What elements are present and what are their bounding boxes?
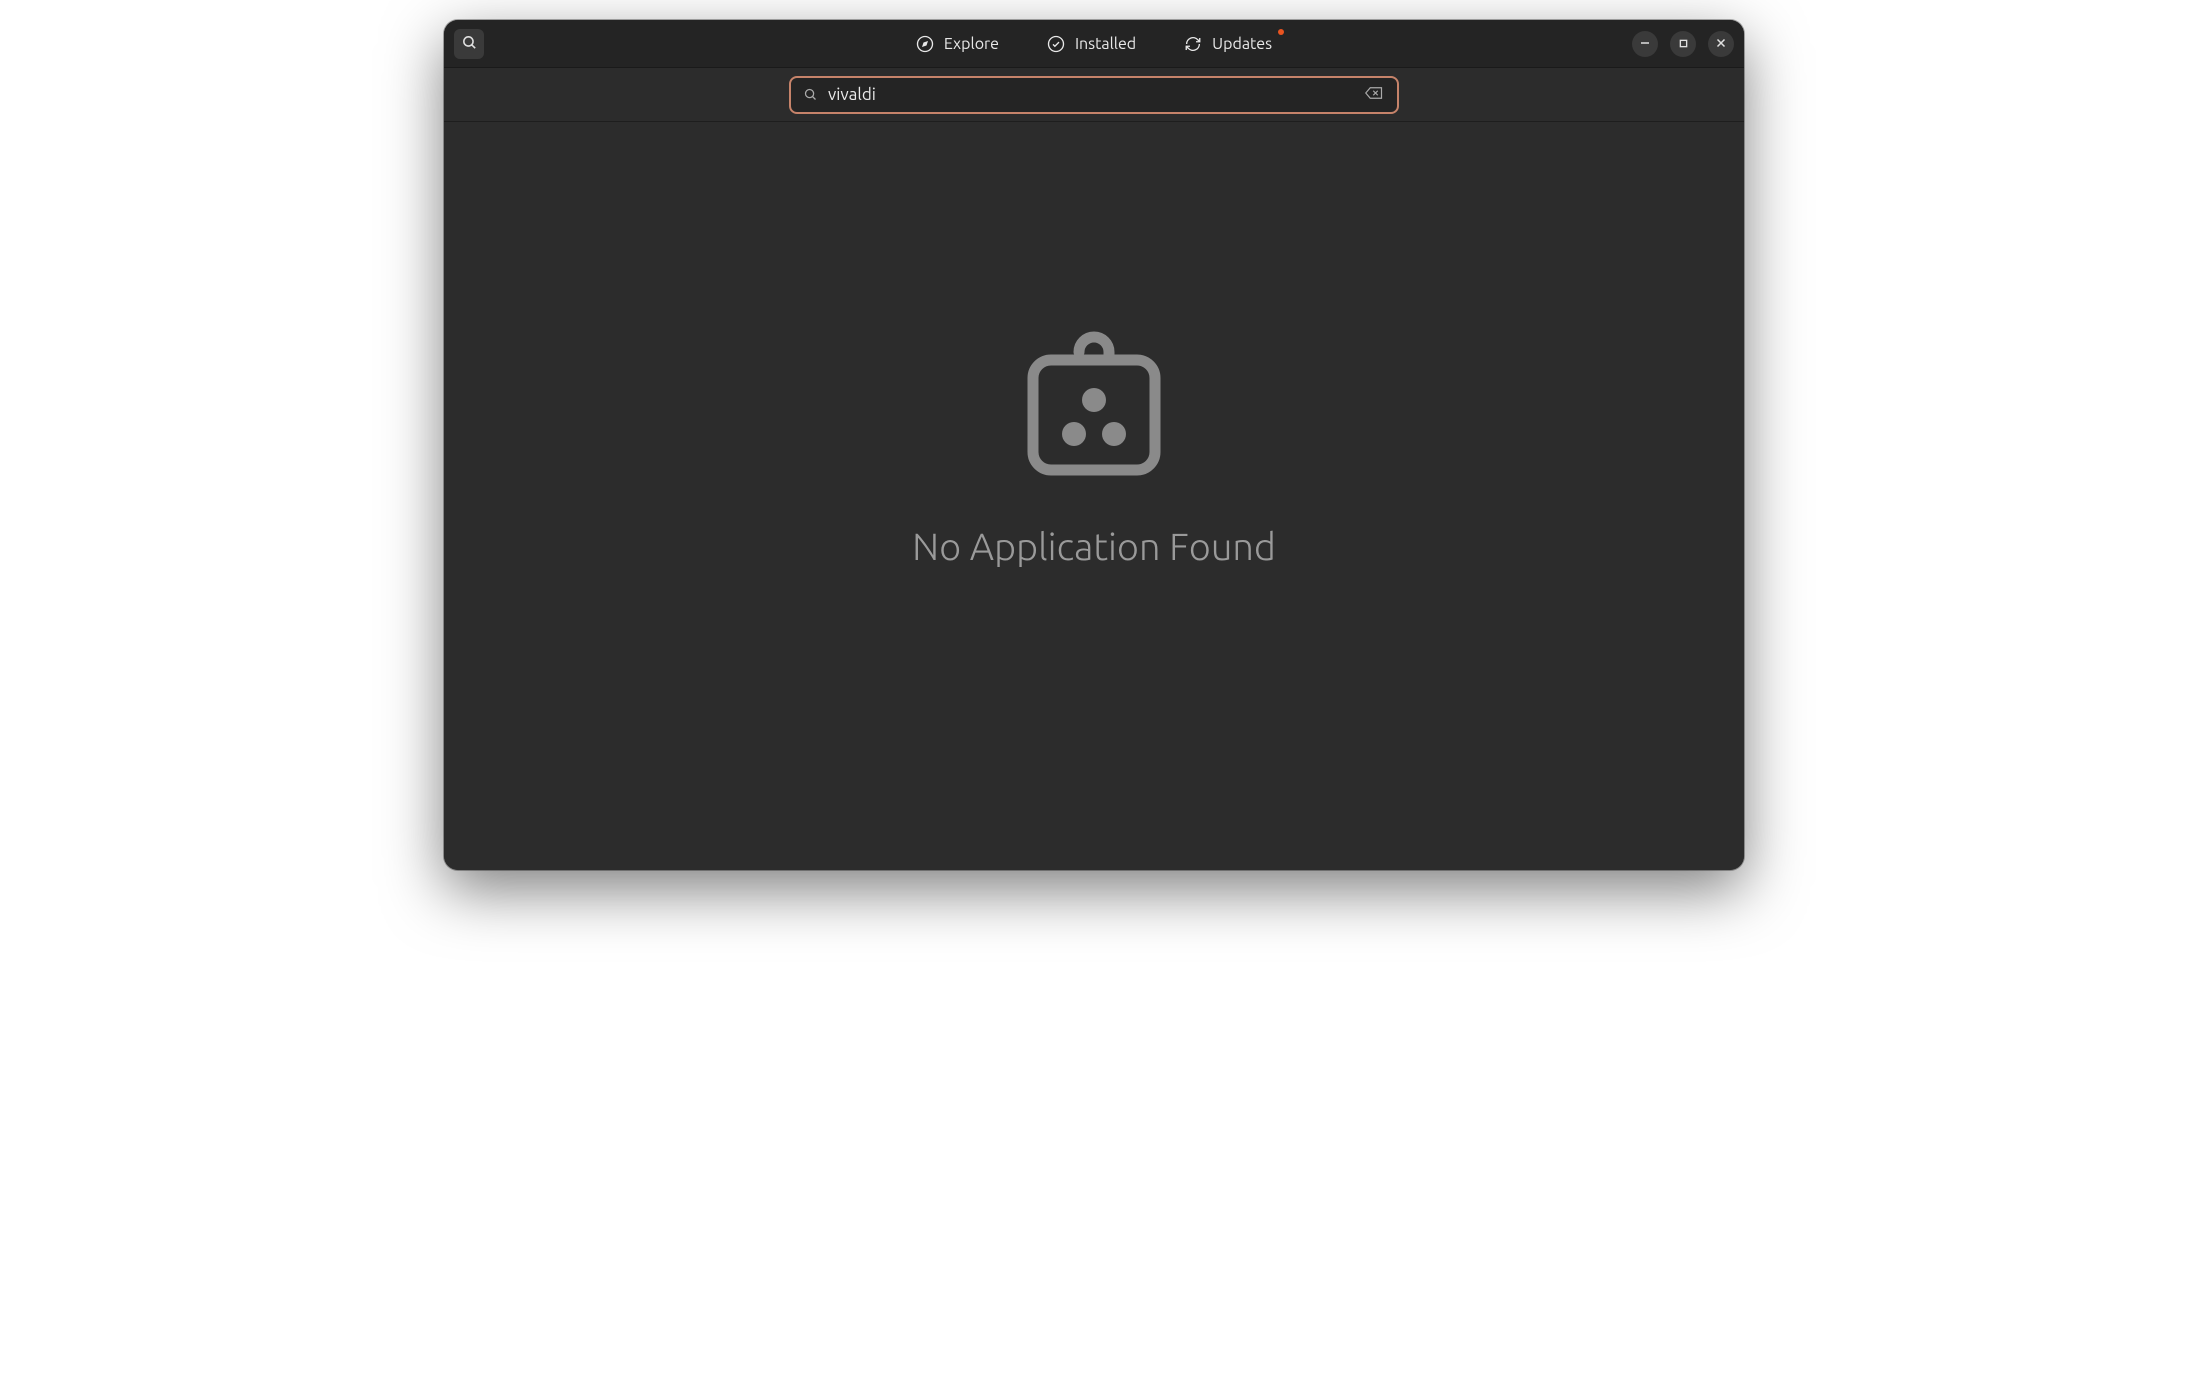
content-area: No Application Found	[444, 122, 1744, 870]
search-input[interactable]	[828, 85, 1353, 104]
tab-installed[interactable]: Installed	[1043, 29, 1140, 59]
search-button[interactable]	[454, 29, 484, 59]
updates-indicator-dot	[1278, 29, 1284, 35]
clear-search-button[interactable]	[1363, 84, 1385, 105]
close-button[interactable]	[1708, 31, 1734, 57]
tab-updates[interactable]: Updates	[1180, 29, 1276, 59]
compass-icon	[916, 35, 934, 53]
search-bar-row	[444, 68, 1744, 122]
maximize-button[interactable]	[1670, 31, 1696, 57]
refresh-icon	[1184, 35, 1202, 53]
empty-state-message: No Application Found	[912, 526, 1276, 568]
titlebar-tabs: Explore Installed	[654, 29, 1534, 59]
software-window: Explore Installed	[444, 20, 1744, 870]
maximize-icon	[1679, 36, 1688, 51]
minimize-icon	[1640, 36, 1650, 51]
close-icon	[1716, 36, 1726, 51]
checkmark-circle-icon	[1047, 35, 1065, 53]
titlebar: Explore Installed	[444, 20, 1744, 68]
search-icon	[803, 87, 818, 102]
tab-explore-label: Explore	[944, 35, 999, 53]
tab-updates-label: Updates	[1212, 35, 1272, 53]
titlebar-left	[454, 29, 654, 59]
minimize-button[interactable]	[1632, 31, 1658, 57]
search-box[interactable]	[789, 76, 1399, 114]
search-icon	[461, 34, 478, 54]
backspace-icon	[1365, 86, 1383, 103]
tab-installed-label: Installed	[1075, 35, 1136, 53]
window-controls	[1534, 31, 1734, 57]
empty-state-icon	[1019, 322, 1169, 486]
tab-explore[interactable]: Explore	[912, 29, 1003, 59]
